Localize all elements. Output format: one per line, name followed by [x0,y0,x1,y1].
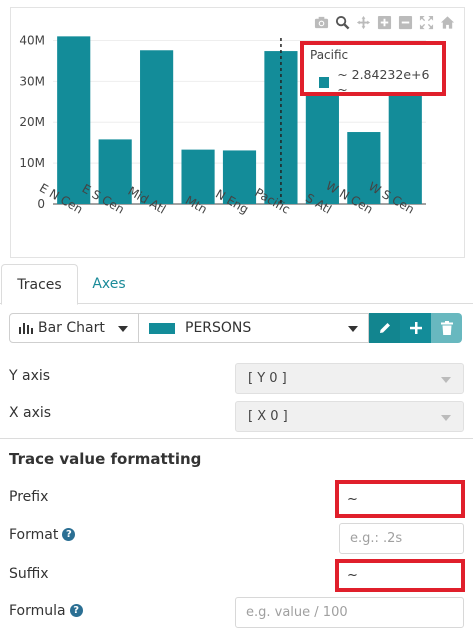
tooltip-value-row: ~ 2.84232e+6 ~ [310,67,436,97]
tooltip-trace-name: Pacific [310,48,349,62]
y-axis-dropdown[interactable]: [ Y 0 ] [235,363,464,394]
bar-w-s-cen[interactable] [388,95,422,204]
bar-e-n-cen[interactable] [57,36,91,204]
formula-input[interactable] [235,597,464,628]
y-tick-label: 30M [19,74,45,88]
zoom-icon[interactable] [334,14,351,31]
autoscale-icon[interactable] [418,14,435,31]
help-icon[interactable]: ? [69,603,83,617]
delete-trace-button[interactable] [431,313,462,343]
trash-icon [440,321,453,335]
trace-color-swatch [149,322,175,334]
trace-selector-row: Bar Chart PERSONS [9,313,462,343]
pencil-icon [379,323,390,333]
x-axis-value: [ X 0 ] [248,409,288,424]
help-icon[interactable]: ? [62,527,76,541]
prefix-label: Prefix [9,489,49,505]
y-tick-label: 10M [19,156,45,170]
pan-icon[interactable] [355,14,372,31]
format-label-text: Format [9,527,59,543]
panel-tabs: Traces Axes [0,264,473,305]
formula-label: Formula? [9,603,83,619]
chart-type-label: Bar Chart [38,320,105,336]
trace-select[interactable]: PERSONS [139,313,369,343]
formula-label-text: Formula [9,603,66,619]
suffix-label: Suffix [9,566,49,582]
trace-name-label: PERSONS [185,320,252,336]
x-axis-label: X axis [9,405,52,421]
chevron-down-icon [118,326,128,332]
format-input[interactable] [339,523,464,554]
x-axis-dropdown[interactable]: [ X 0 ] [235,401,464,432]
tab-axes[interactable]: Axes [78,264,140,304]
tooltip-swatch [319,76,330,88]
suffix-input[interactable] [335,559,465,592]
y-tick-label: 40M [19,33,45,47]
camera-icon[interactable] [313,14,330,31]
tooltip-value: ~ 2.84232e+6 ~ [337,67,430,97]
tab-traces[interactable]: Traces [1,264,78,305]
section-divider [0,438,473,439]
format-label: Format? [9,527,76,543]
bar-mid-atl[interactable] [140,50,174,204]
add-trace-button[interactable] [400,313,431,343]
hover-tooltip: Pacific ~ 2.84232e+6 ~ [300,41,446,97]
zoom-in-icon[interactable] [376,14,393,31]
chevron-down-icon [348,326,358,332]
y-axis-value: [ Y 0 ] [248,371,287,386]
bar-chart-icon [19,323,33,334]
home-icon[interactable] [439,14,456,31]
y-tick-label: 20M [19,115,45,129]
chart-modebar [313,14,456,31]
chevron-down-icon [441,377,451,383]
chart-panel: 0 10M 20M 30M 40M E N Cen E S Cen Mid Atl Mtn N E… [10,7,465,258]
chart-type-select[interactable]: Bar Chart [9,313,139,343]
chevron-down-icon [441,415,451,421]
bar-mtn[interactable] [181,149,215,204]
section-title: Trace value formatting [9,450,202,468]
y-tick-label: 0 [37,197,45,211]
zoom-out-icon[interactable] [397,14,414,31]
edit-trace-button[interactable] [369,313,400,343]
plus-icon [409,322,422,334]
prefix-input[interactable] [335,480,465,518]
y-axis-label: Y axis [9,368,51,384]
